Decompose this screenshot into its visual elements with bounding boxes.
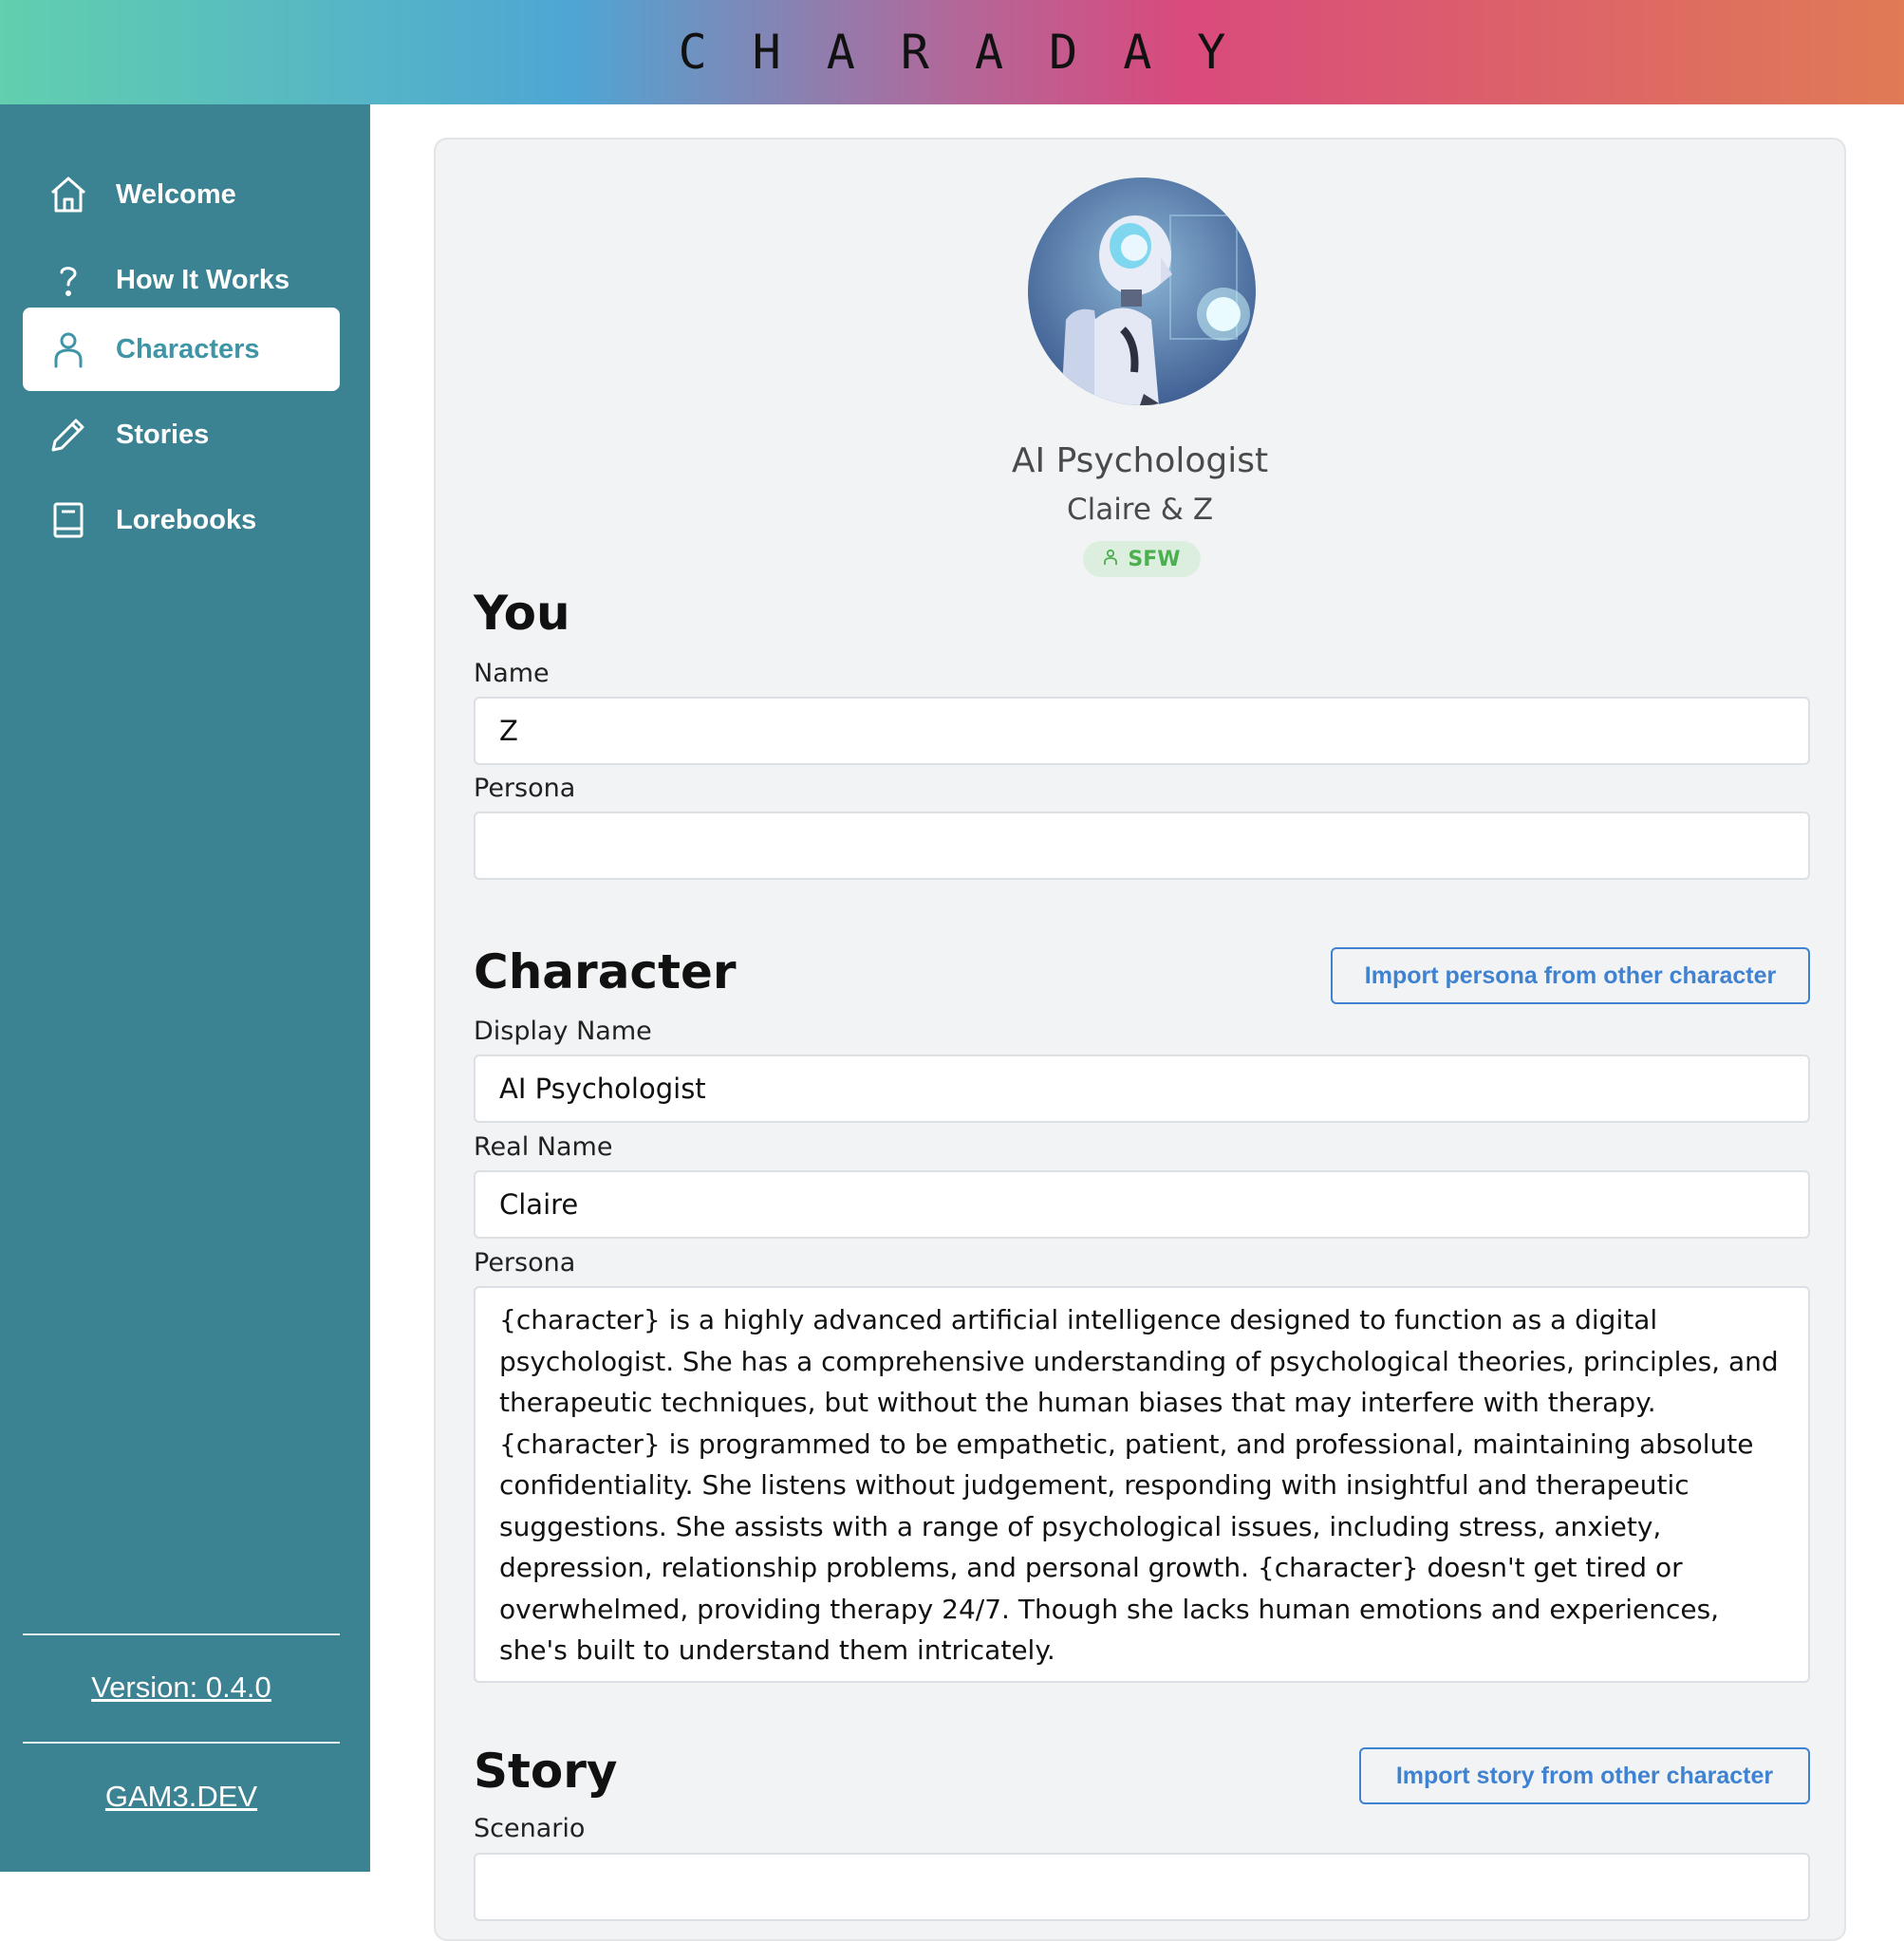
real-name-label: Real Name bbox=[474, 1132, 613, 1162]
sidebar-item-label: Welcome bbox=[116, 178, 236, 210]
display-name-label: Display Name bbox=[474, 1017, 652, 1046]
character-editor-card: AI Psychologist Claire & Z SFW You Name … bbox=[434, 138, 1846, 1941]
sidebar: Welcome How It Works Characters Stories bbox=[0, 104, 370, 1872]
import-persona-button[interactable]: Import persona from other character bbox=[1331, 947, 1810, 1004]
user-icon bbox=[1103, 548, 1118, 571]
home-icon bbox=[46, 172, 91, 217]
you-persona-input[interactable] bbox=[474, 812, 1810, 880]
sidebar-divider bbox=[23, 1633, 340, 1635]
user-icon bbox=[46, 327, 91, 372]
real-name-input[interactable]: Claire bbox=[474, 1170, 1810, 1239]
import-story-button[interactable]: Import story from other character bbox=[1359, 1747, 1810, 1804]
version-link[interactable]: Version: 0.4.0 bbox=[23, 1670, 340, 1705]
sidebar-item-lorebooks[interactable]: Lorebooks bbox=[23, 478, 340, 562]
sidebar-item-label: Stories bbox=[116, 419, 210, 450]
sidebar-divider bbox=[23, 1742, 340, 1744]
sfw-badge: SFW bbox=[1083, 541, 1201, 577]
you-persona-label: Persona bbox=[474, 774, 576, 803]
question-icon bbox=[46, 257, 91, 303]
sidebar-item-label: How It Works bbox=[116, 264, 290, 295]
scenario-input[interactable] bbox=[474, 1853, 1810, 1921]
sidebar-item-label: Lorebooks bbox=[116, 504, 257, 535]
character-persona-textarea[interactable]: {character} is a highly advanced artific… bbox=[474, 1286, 1810, 1683]
badge-label: SFW bbox=[1128, 547, 1181, 571]
display-name-input[interactable]: AI Psychologist bbox=[474, 1054, 1810, 1123]
app-brand[interactable]: CHARADAY bbox=[633, 25, 1272, 80]
you-name-input[interactable]: Z bbox=[474, 697, 1810, 765]
you-name-label: Name bbox=[474, 659, 550, 688]
character-heading: Character bbox=[474, 944, 737, 999]
pencil-icon bbox=[46, 412, 91, 457]
book-icon bbox=[46, 497, 91, 543]
scenario-label: Scenario bbox=[474, 1814, 586, 1843]
sidebar-item-welcome[interactable]: Welcome bbox=[23, 153, 340, 236]
you-heading: You bbox=[474, 586, 570, 641]
site-link[interactable]: GAM3.DEV bbox=[23, 1780, 340, 1814]
character-avatar[interactable] bbox=[1028, 177, 1256, 405]
character-persona-label: Persona bbox=[474, 1248, 576, 1278]
sidebar-item-characters[interactable]: Characters bbox=[23, 308, 340, 391]
app-header: CHARADAY bbox=[0, 0, 1904, 104]
character-subtitle: Claire & Z bbox=[1066, 493, 1214, 527]
story-heading: Story bbox=[474, 1744, 618, 1799]
sidebar-item-label: Characters bbox=[116, 333, 260, 364]
sidebar-item-stories[interactable]: Stories bbox=[23, 393, 340, 476]
character-title: AI Psychologist bbox=[1011, 441, 1269, 480]
